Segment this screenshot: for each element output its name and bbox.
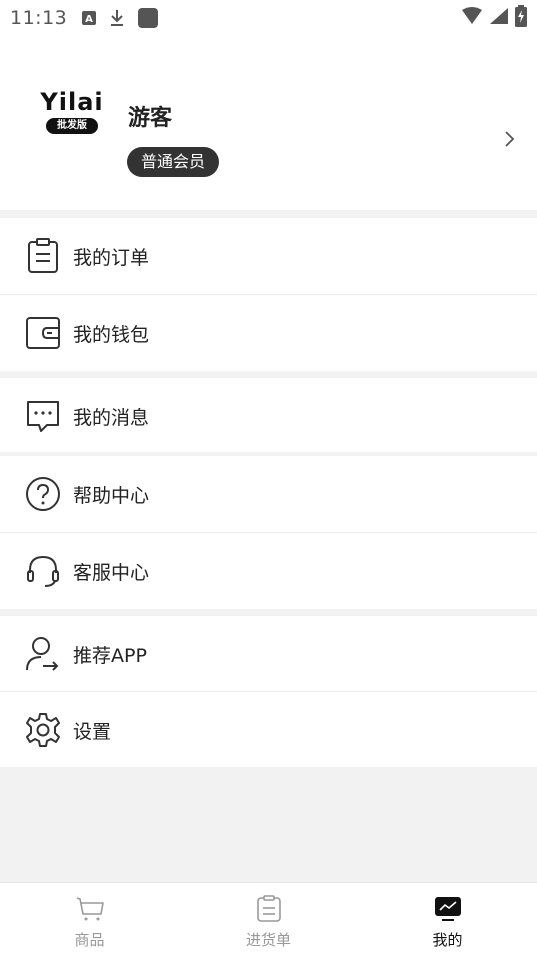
chart-icon [433,895,463,923]
app-notification-icon [137,7,159,29]
menu-item-orders[interactable]: 我的订单 [0,218,537,294]
menu-item-settings[interactable]: 设置 [0,692,537,768]
wifi-icon [461,7,483,29]
tab-products-label: 商品 [74,931,105,949]
gear-icon [24,711,62,749]
wallet-icon [24,314,62,352]
menu-item-help[interactable]: 帮助中心 [0,456,537,532]
menu-item-wallet[interactable]: 我的钱包 [0,295,537,371]
menu-item-messages[interactable]: 我的消息 [0,378,537,454]
menu-item-help-label: 帮助中心 [73,484,150,507]
section-gap [0,609,537,616]
bottom-tab-bar: 商品 进货单 我的 [0,882,537,956]
menu-item-service[interactable]: 客服中心 [0,533,537,609]
menu-item-wallet-label: 我的钱包 [73,323,150,346]
battery-charging-icon [515,5,527,31]
list-icon [254,895,284,923]
member-level-badge: 普通会员 [127,147,220,177]
menu-item-recommend-label: 推荐APP [73,644,147,667]
status-bar: 11:13 A [0,0,537,36]
a-notification-icon: A [81,10,97,26]
question-circle-icon [24,475,62,513]
section-gap [0,371,537,378]
chat-bubble-icon [24,397,62,435]
tab-purchase-list[interactable]: 进货单 [179,883,358,956]
menu-item-orders-label: 我的订单 [73,246,150,269]
tab-purchase-list-label: 进货单 [245,931,291,949]
menu-item-service-label: 客服中心 [73,561,150,584]
menu-item-recommend[interactable]: 推荐APP [0,616,537,692]
headset-icon [24,552,62,590]
clipboard-icon [24,237,62,275]
tab-mine[interactable]: 我的 [358,883,537,956]
status-time: 11:13 [10,7,68,29]
username: 游客 [128,106,173,131]
app-logo: Yilai 批发版 [40,88,104,140]
menu-item-messages-label: 我的消息 [73,406,150,429]
tab-mine-label: 我的 [432,931,463,949]
download-icon [109,8,125,28]
section-gap [0,210,537,218]
cart-icon [75,895,105,923]
svg-text:A: A [85,14,93,25]
empty-area [0,767,537,882]
logo-text: Yilai [40,88,104,116]
tab-products[interactable]: 商品 [0,883,179,956]
signal-icon [489,7,509,29]
chevron-right-icon[interactable] [503,128,517,150]
logo-badge: 批发版 [46,118,98,134]
menu-item-settings-label: 设置 [73,720,112,743]
user-share-icon [24,635,62,673]
